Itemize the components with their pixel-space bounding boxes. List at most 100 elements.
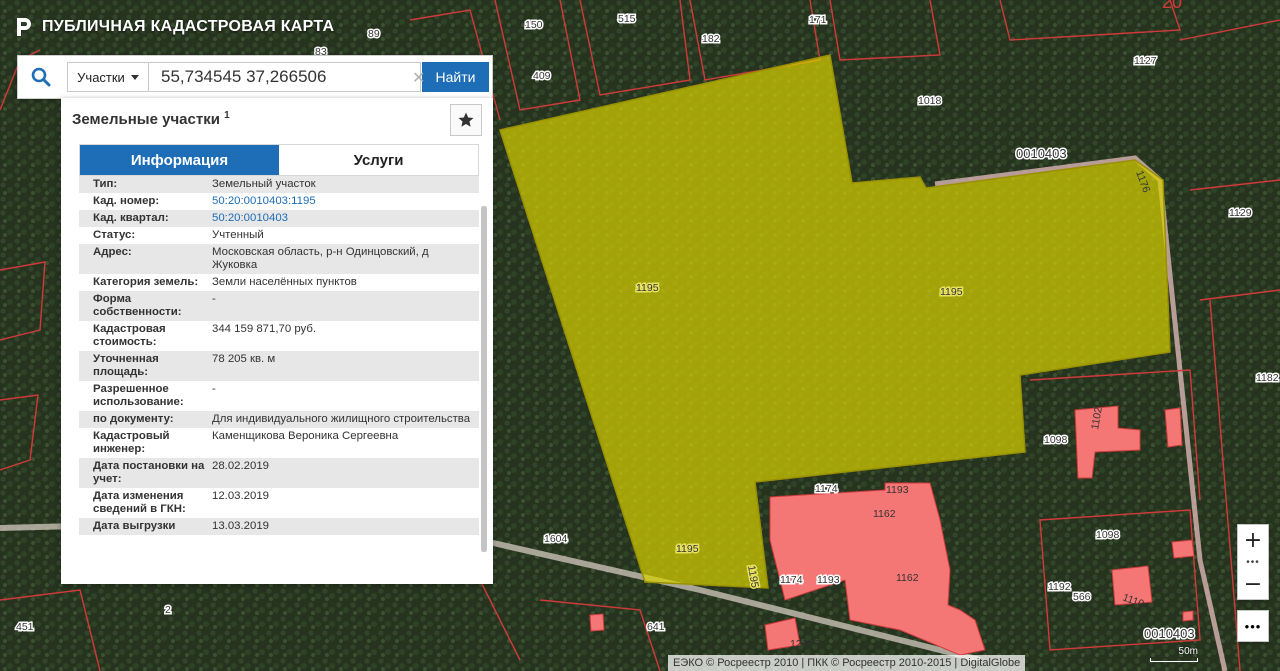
attribute-link[interactable]: 50:20:0010403:1195	[212, 193, 479, 210]
parcel-label: 641	[647, 621, 665, 633]
parcel-info-panel: Земельные участки 1 Информация Услуги Ти…	[61, 98, 493, 584]
parcel-label: 1098	[1044, 434, 1068, 446]
search-bar: Участки ✕ Найти	[17, 55, 493, 99]
attribute-label: Разрешенное использование:	[79, 381, 212, 411]
favorite-button[interactable]	[450, 104, 482, 136]
parcel-label: 1192	[1048, 581, 1071, 593]
parcel-label: 1162	[896, 572, 919, 584]
parcel-label: 1195	[636, 282, 659, 294]
tab-services[interactable]: Услуги	[279, 145, 478, 175]
parcel-label: 182	[702, 33, 720, 45]
parcel-label: 1162	[873, 508, 896, 520]
attribute-link[interactable]: 50:20:0010403	[212, 210, 479, 227]
attribute-label: Тип:	[79, 176, 212, 193]
star-icon	[458, 112, 474, 127]
attribute-label: Кад. квартал:	[79, 210, 212, 227]
attribute-value: Земли населённых пунктов	[212, 274, 479, 291]
search-button[interactable]	[18, 56, 64, 98]
attribute-value: Для индивидуального жилищного строительс…	[212, 411, 479, 428]
scale-bar: 50m	[1150, 646, 1198, 662]
search-icon	[31, 67, 51, 87]
attribute-label: Дата изменения сведений в ГКН:	[79, 488, 212, 518]
parcel-label: 566	[1073, 591, 1091, 603]
parcel-label: 515	[618, 13, 636, 25]
find-button[interactable]: Найти	[422, 62, 489, 92]
attribute-row: Статус: Учтенный	[79, 227, 479, 244]
panel-title: Земельные участки 1	[72, 110, 230, 128]
attribute-row: Дата изменения сведений в ГКН: 12.03.2019	[79, 488, 479, 518]
attribute-row: Тип: Земельный участок	[79, 176, 479, 193]
attribute-value: Учтенный	[212, 227, 479, 244]
clear-icon[interactable]: ✕	[412, 68, 425, 88]
search-input[interactable]	[149, 62, 421, 92]
zoom-control: + ••• −	[1237, 524, 1269, 600]
panel-tabs: Информация Услуги	[79, 144, 479, 176]
parcel-label: 1127	[1134, 55, 1157, 67]
parcel-label: 409	[533, 70, 551, 82]
parcel-label: 20	[1162, 0, 1182, 12]
parcel-attributes-table: Тип: Земельный участок Кад. номер: 50:20:00…	[79, 176, 479, 535]
attribute-row: Форма собственности: -	[79, 291, 479, 321]
panel-title-text: Земельные участки	[72, 111, 220, 128]
search-type-label: Участки	[77, 69, 125, 85]
attribute-label: Кадастровая стоимость:	[79, 321, 212, 351]
attribute-label: по документу:	[79, 411, 212, 428]
attribute-row: Уточненная площадь: 78 205 кв. м	[79, 351, 479, 381]
search-type-select[interactable]: Участки	[67, 62, 149, 92]
app-header: ПУБЛИЧНАЯ КАДАСТРОВАЯ КАРТА	[14, 16, 334, 38]
tab-information[interactable]: Информация	[80, 145, 279, 175]
more-button[interactable]: •••	[1237, 610, 1269, 642]
parcel-label: 150	[525, 19, 543, 31]
parcel-label: 451	[16, 621, 34, 633]
attribute-label: Дата выгрузки	[79, 518, 212, 535]
attribute-row: Разрешенное использование: -	[79, 381, 479, 411]
attribute-value: Московская область, р-н Одинцовский, д Ж…	[212, 244, 479, 274]
attribute-row: по документу: Для индивидуального жилищно…	[79, 411, 479, 428]
attribute-value: 12.03.2019	[212, 488, 479, 518]
result-count: 1	[224, 110, 230, 121]
parcel-label: 2	[165, 604, 171, 616]
attribute-label: Статус:	[79, 227, 212, 244]
chevron-down-icon	[130, 74, 139, 80]
parcel-label: 171	[809, 14, 827, 26]
attribute-row: Адрес: Московская область, р-н Одинцовски…	[79, 244, 479, 274]
attribute-label: Кад. номер:	[79, 193, 212, 210]
attribute-value: Земельный участок	[212, 176, 479, 193]
attribute-value: -	[212, 291, 479, 321]
attribute-label: Уточненная площадь:	[79, 351, 212, 381]
map-attribution: ЕЭКО © Росреестр 2010 | ПКК © Росреестр …	[668, 655, 1026, 671]
parcel-label: 1174	[780, 574, 803, 586]
attribute-label: Категория земель:	[79, 274, 212, 291]
scale-label: 50m	[1178, 646, 1198, 657]
parcel-label: 1193	[817, 574, 840, 586]
attribute-row: Дата постановки на учет: 28.02.2019	[79, 458, 479, 488]
attribute-value: Каменщикова Вероника Сергеевна	[212, 428, 479, 458]
attribute-label: Дата постановки на учет:	[79, 458, 212, 488]
parcel-label: 1018	[918, 95, 942, 107]
attribute-row: Категория земель: Земли населённых пункто…	[79, 274, 479, 291]
zoom-level-dots: •••	[1246, 556, 1260, 568]
attribute-row: Дата выгрузки 13.03.2019	[79, 518, 479, 535]
zoom-out-button[interactable]: −	[1238, 569, 1268, 599]
attribute-row: Кадастровый инженер: Каменщикова Вероника…	[79, 428, 479, 458]
attribute-value: -	[212, 381, 479, 411]
parcel-label: 1129	[1229, 207, 1252, 219]
attribute-value: 78 205 кв. м	[212, 351, 479, 381]
app-title: ПУБЛИЧНАЯ КАДАСТРОВАЯ КАРТА	[42, 18, 335, 35]
parcel-label: 1174	[815, 483, 838, 495]
scrollbar-thumb[interactable]	[481, 206, 487, 552]
attribute-label: Форма собственности:	[79, 291, 212, 321]
parcel-label: 1604	[544, 533, 568, 545]
panel-scrollbar[interactable]	[481, 206, 487, 552]
attribute-label: Адрес:	[79, 244, 212, 274]
quarter-label: 0010403	[1016, 146, 1067, 161]
zoom-in-button[interactable]: +	[1238, 525, 1268, 555]
parcel-label: 1195	[940, 286, 963, 298]
parcel-label: 1193	[886, 484, 909, 496]
attribute-label: Кадастровый инженер:	[79, 428, 212, 458]
attribute-row: Кадастровая стоимость: 344 159 871,70 руб…	[79, 321, 479, 351]
attribute-value: 28.02.2019	[212, 458, 479, 488]
scale-line	[1150, 658, 1198, 662]
parcel-label: 12177	[790, 638, 819, 650]
attribute-row: Кад. номер: 50:20:0010403:1195	[79, 193, 479, 210]
